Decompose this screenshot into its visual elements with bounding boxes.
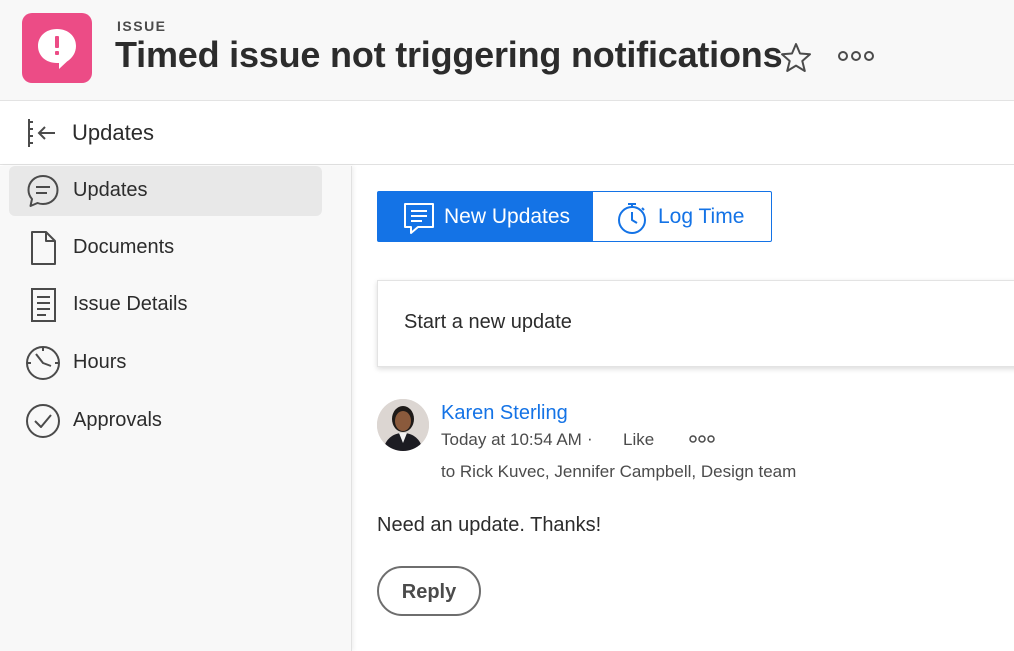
sidebar-item-approvals[interactable]: Approvals <box>9 396 322 446</box>
sidebar-item-updates[interactable]: Updates <box>9 166 322 216</box>
post-message: Need an update. Thanks! <box>377 514 602 536</box>
object-header: ISSUE Timed issue not triggering notific… <box>0 0 1014 101</box>
page-title: Timed issue not triggering notifications <box>115 34 783 75</box>
issue-exclamation-icon <box>22 13 92 83</box>
tab-label: Log Time <box>658 205 745 228</box>
details-icon <box>25 287 61 323</box>
section-bar: Updates <box>0 101 1014 165</box>
checkmark-circle-icon <box>25 403 61 439</box>
updates-panel: New Updates Log Time Start a new update <box>353 166 1014 651</box>
meta-separator: · <box>587 429 593 448</box>
sidebar-item-documents[interactable]: Documents <box>9 223 322 273</box>
tab-log-time[interactable]: Log Time <box>593 191 772 242</box>
object-type-label: ISSUE <box>117 18 167 34</box>
post-author-link[interactable]: Karen Sterling <box>441 402 568 425</box>
more-options-icon[interactable] <box>836 44 876 68</box>
post-timestamp: Today at 10:54 AM <box>441 430 582 449</box>
clock-icon <box>25 345 61 381</box>
update-mode-tabs: New Updates Log Time <box>377 191 772 242</box>
sidebar-item-hours[interactable]: Hours <box>9 338 322 388</box>
sidebar-item-issue-details[interactable]: Issue Details <box>9 280 322 330</box>
section-title: Updates <box>72 120 154 145</box>
document-icon <box>25 230 61 266</box>
like-button[interactable]: Like <box>623 430 654 450</box>
tab-label: New Updates <box>444 205 571 228</box>
reply-button-label: Reply <box>401 581 457 603</box>
sidebar-item-label: Issue Details <box>73 293 188 315</box>
sidebar: Updates Documents Issue Details Hours Ap… <box>0 166 352 651</box>
sidebar-item-label: Updates <box>73 179 148 201</box>
sidebar-item-label: Approvals <box>73 409 162 431</box>
composer-placeholder: Start a new update <box>404 311 572 333</box>
comment-icon <box>25 173 61 209</box>
favorite-star-icon[interactable] <box>778 40 814 76</box>
avatar[interactable] <box>377 399 429 451</box>
reply-button[interactable]: Reply <box>377 566 481 616</box>
new-update-icon <box>402 201 436 235</box>
stopwatch-icon <box>615 201 649 235</box>
sidebar-item-label: Documents <box>73 236 175 258</box>
tab-new-updates[interactable]: New Updates <box>377 191 593 242</box>
collapse-panel-icon[interactable] <box>24 117 60 149</box>
new-update-composer[interactable]: Start a new update <box>377 280 1014 367</box>
post-recipients: to Rick Kuvec, Jennifer Campbell, Design… <box>441 462 797 481</box>
post-more-options-icon[interactable] <box>689 432 715 446</box>
sidebar-item-label: Hours <box>73 351 127 373</box>
